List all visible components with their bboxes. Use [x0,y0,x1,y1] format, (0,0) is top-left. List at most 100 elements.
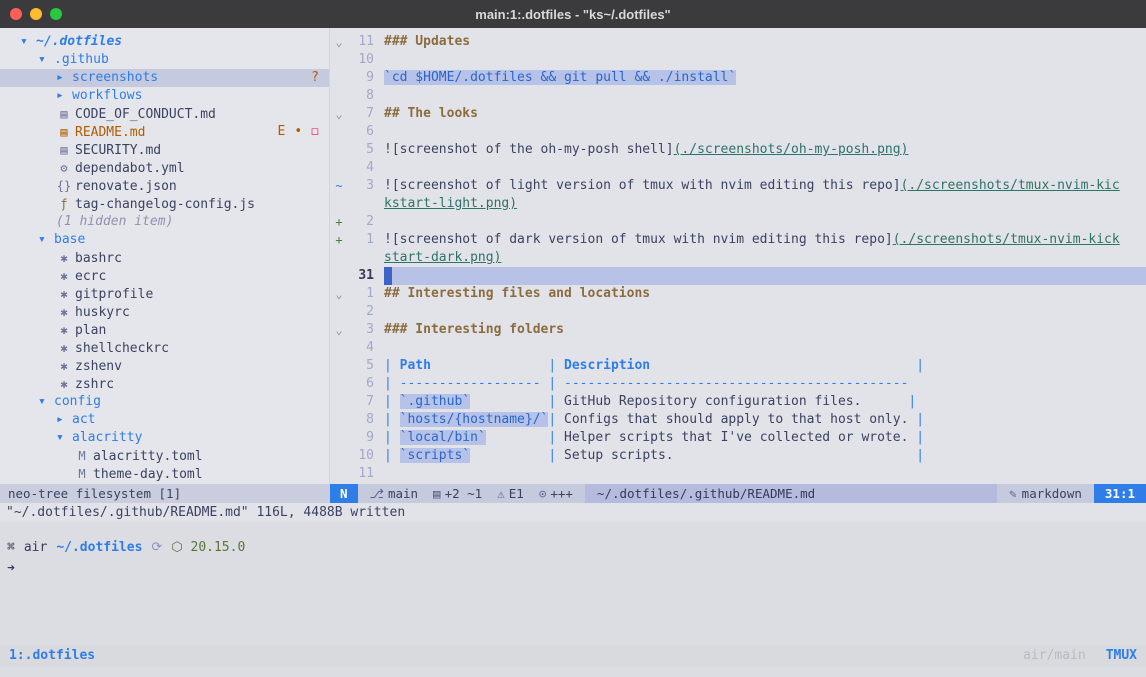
line-text[interactable]: ![screenshot of light version of tmux wi… [384,177,1146,195]
line-text[interactable]: ## The looks [384,105,1146,123]
gutter-fold-sign-icon[interactable] [330,195,348,213]
tree-item[interactable]: ✱gitprofile [0,285,329,303]
editor-line[interactable]: ~3![screenshot of light version of tmux … [330,177,1146,195]
gutter-fold-sign-icon[interactable] [330,465,348,483]
editor-line[interactable]: 8 [330,87,1146,105]
line-text[interactable]: | Path | Description | [384,357,1146,375]
gutter-fold-sign-icon[interactable]: ⌄ [330,321,348,339]
gutter-fold-sign-icon[interactable] [330,357,348,375]
editor-line[interactable]: 9`cd $HOME/.dotfiles && git pull && ./in… [330,69,1146,87]
line-text[interactable] [384,303,1146,321]
editor-line[interactable]: 9| `local/bin` | Helper scripts that I'v… [330,429,1146,447]
gutter-fold-sign-icon[interactable] [330,393,348,411]
gutter-fold-sign-icon[interactable]: ⌄ [330,285,348,303]
editor-line[interactable]: 5| Path | Description | [330,357,1146,375]
editor-line[interactable]: 10| `scripts` | Setup scripts. | [330,447,1146,465]
gutter-fold-sign-icon[interactable] [330,411,348,429]
gutter-fold-sign-icon[interactable] [330,447,348,465]
tree-item[interactable]: (1 hidden item) [0,213,329,231]
tree-item[interactable]: ▾base [0,231,329,249]
editor-line[interactable]: ⌄3### Interesting folders [330,321,1146,339]
editor-line[interactable]: 4 [330,159,1146,177]
tree-item[interactable]: ▾.github [0,51,329,69]
folder-arrow-icon[interactable]: ▾ [38,393,54,411]
gutter-fold-sign-icon[interactable]: + [330,213,348,231]
gutter-fold-sign-icon[interactable]: + [330,231,348,249]
line-text[interactable]: | `.github` | GitHub Repository configur… [384,393,1146,411]
line-text[interactable]: | ------------------ | -----------------… [384,375,1146,393]
close-icon[interactable] [10,8,22,20]
tree-item[interactable]: ✱huskyrc [0,303,329,321]
tree-item[interactable]: {}renovate.json [0,177,329,195]
tree-item[interactable]: ✱bashrc [0,249,329,267]
editor-line[interactable]: 6 [330,123,1146,141]
line-text[interactable]: ### Interesting folders [384,321,1146,339]
editor-line[interactable]: +2 [330,213,1146,231]
tree-item[interactable]: ▾config [0,393,329,411]
gutter-fold-sign-icon[interactable] [330,429,348,447]
line-text[interactable] [384,51,1146,69]
line-text[interactable]: ### Updates [384,33,1146,51]
editor-line[interactable]: kstart-light.png) [330,195,1146,213]
gutter-fold-sign-icon[interactable] [330,69,348,87]
gutter-fold-sign-icon[interactable] [330,87,348,105]
editor-line[interactable]: start-dark.png) [330,249,1146,267]
line-text[interactable]: | `hosts/{hostname}/`| Configs that shou… [384,411,1146,429]
line-text[interactable]: kstart-light.png) [384,195,1146,213]
gutter-fold-sign-icon[interactable] [330,123,348,141]
editor-line[interactable]: ⌄11### Updates [330,33,1146,51]
gutter-fold-sign-icon[interactable] [330,141,348,159]
folder-arrow-icon[interactable]: ▾ [38,51,54,69]
folder-arrow-icon[interactable]: ▸ [56,411,72,429]
editor-line[interactable]: 4 [330,339,1146,357]
gutter-fold-sign-icon[interactable] [330,375,348,393]
folder-arrow-icon[interactable]: ▾ [38,231,54,249]
tree-item[interactable]: ▸act [0,411,329,429]
editor-line[interactable]: 8| `hosts/{hostname}/`| Configs that sho… [330,411,1146,429]
line-text[interactable]: | `scripts` | Setup scripts. | [384,447,1146,465]
line-text[interactable] [384,87,1146,105]
tree-item[interactable]: ✱ecrc [0,267,329,285]
gutter-fold-sign-icon[interactable]: ~ [330,177,348,195]
tree-item[interactable]: ✱plan [0,321,329,339]
gutter-fold-sign-icon[interactable]: ⌄ [330,33,348,51]
line-text[interactable] [384,465,1146,483]
tree-item[interactable]: ▾alacritty [0,429,329,447]
tree-item[interactable]: ✱zshrc [0,375,329,393]
gutter-fold-sign-icon[interactable] [330,159,348,177]
line-text[interactable] [384,213,1146,231]
line-text[interactable]: ![screenshot of dark version of tmux wit… [384,231,1146,249]
line-text[interactable] [384,339,1146,357]
editor-line[interactable]: 31 [330,267,1146,285]
line-text[interactable]: ## Interesting files and locations [384,285,1146,303]
gutter-fold-sign-icon[interactable] [330,303,348,321]
editor-line[interactable]: +1![screenshot of dark version of tmux w… [330,231,1146,249]
line-text[interactable]: ![screenshot of the oh-my-posh shell](./… [384,141,1146,159]
line-text[interactable] [384,123,1146,141]
editor-line[interactable]: ⌄1## Interesting files and locations [330,285,1146,303]
line-text[interactable]: start-dark.png) [384,249,1146,267]
editor-line[interactable]: 6| ------------------ | ----------------… [330,375,1146,393]
tree-item[interactable]: ▸workflows [0,87,329,105]
tree-item[interactable]: ▤CODE_OF_CONDUCT.md [0,105,329,123]
editor-line[interactable]: 7| `.github` | GitHub Repository configu… [330,393,1146,411]
tree-item[interactable]: ▤SECURITY.md [0,141,329,159]
gutter-fold-sign-icon[interactable]: ⌄ [330,105,348,123]
folder-arrow-icon[interactable]: ▸ [56,69,72,87]
line-text[interactable] [384,159,1146,177]
folder-arrow-icon[interactable]: ▾ [56,429,72,447]
gutter-fold-sign-icon[interactable] [330,267,348,285]
editor-line[interactable]: ⌄7## The looks [330,105,1146,123]
tree-item[interactable]: ⚙dependabot.yml [0,159,329,177]
editor-buffer[interactable]: ⌄11### Updates 10 9`cd $HOME/.dotfiles &… [330,28,1146,484]
editor-line[interactable]: 11 [330,465,1146,483]
folder-arrow-icon[interactable]: ▸ [56,87,72,105]
editor-line[interactable]: 5![screenshot of the oh-my-posh shell](.… [330,141,1146,159]
gutter-fold-sign-icon[interactable] [330,249,348,267]
editor-line[interactable]: 10 [330,51,1146,69]
zoom-icon[interactable] [50,8,62,20]
tree-item[interactable]: ✱zshenv [0,357,329,375]
line-text[interactable]: | `local/bin` | Helper scripts that I've… [384,429,1146,447]
tmux-window-tab[interactable]: 1:.dotfiles [9,645,95,667]
gutter-fold-sign-icon[interactable] [330,339,348,357]
